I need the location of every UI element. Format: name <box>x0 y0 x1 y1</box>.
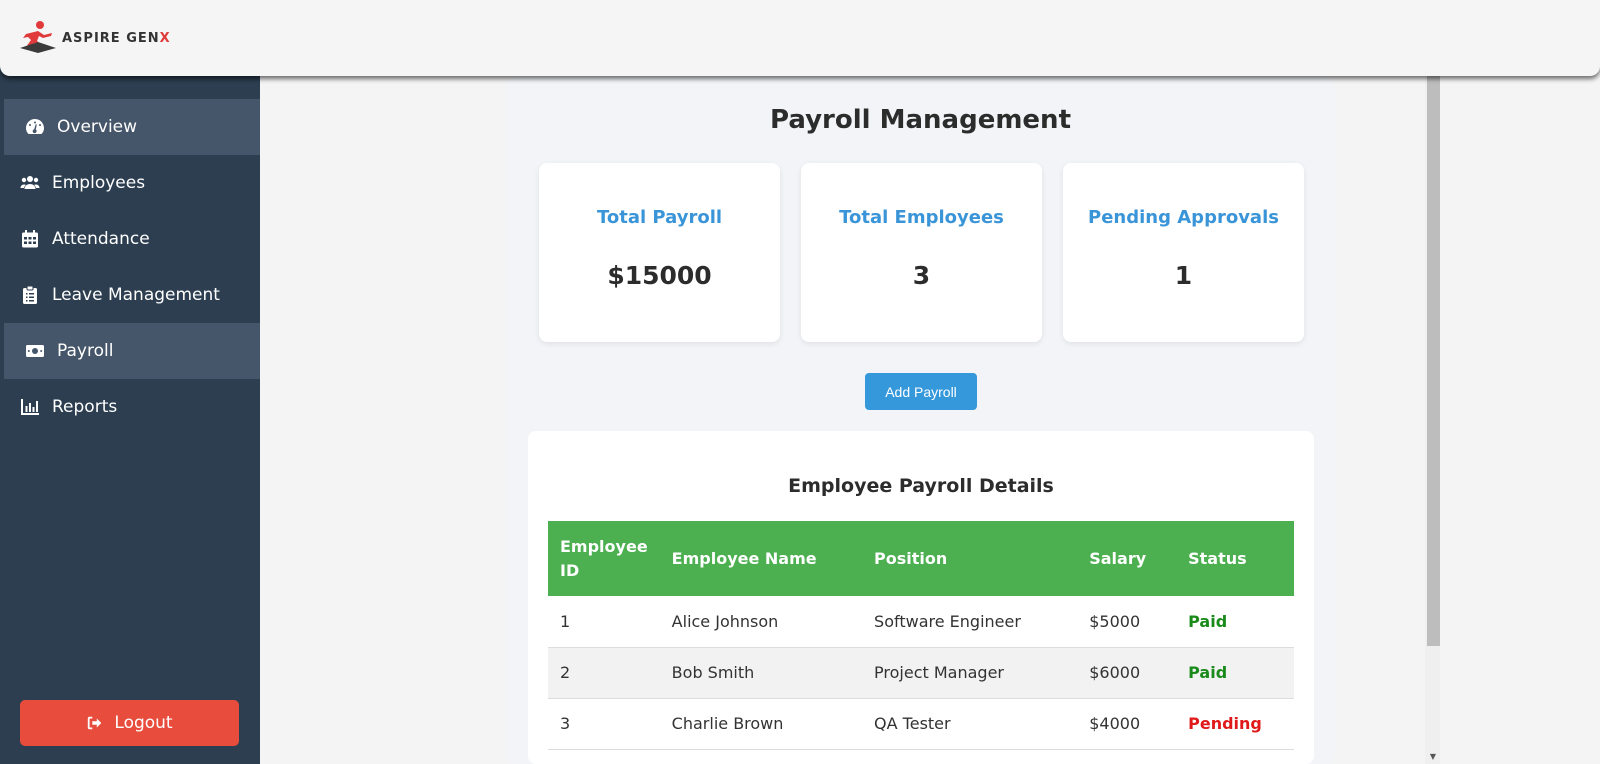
sidebar-item-reports[interactable]: Reports <box>0 379 260 435</box>
stat-card-value: 1 <box>1174 261 1193 290</box>
page-title: Payroll Management <box>770 105 1071 135</box>
stat-card-title: Total Payroll <box>596 207 723 228</box>
logout-button[interactable]: Logout <box>20 700 239 746</box>
table-title: Employee Payroll Details <box>788 475 1054 497</box>
status-badge: Paid <box>1176 596 1294 648</box>
add-payroll-button[interactable]: Add Payroll <box>865 373 977 410</box>
cell-employee-id: 1 <box>548 596 660 648</box>
stat-card-total-payroll: Total Payroll $15000 <box>539 163 780 342</box>
cell-salary: $5000 <box>1077 596 1177 648</box>
table-header-row: Employee ID Employee Name Position Salar… <box>548 521 1294 596</box>
scrollbar-thumb[interactable] <box>1427 76 1440 646</box>
sidebar-item-label: Payroll <box>57 341 114 361</box>
sidebar-nav: Overview Employees Attendance Leave Mana… <box>0 99 260 435</box>
sidebar-item-payroll[interactable]: Payroll <box>4 323 260 379</box>
scroll-down-arrow-icon[interactable]: ▼ <box>1428 752 1438 762</box>
sidebar-item-label: Reports <box>52 397 118 417</box>
cell-position: Software Engineer <box>862 596 1078 648</box>
brand-logo[interactable]: ASPIRE GENX <box>18 20 171 56</box>
column-header-status[interactable]: Status <box>1176 521 1294 596</box>
sidebar-item-attendance[interactable]: Attendance <box>0 211 260 267</box>
brand-name: ASPIRE GENX <box>62 30 171 46</box>
column-header-employee-name[interactable]: Employee Name <box>659 521 863 596</box>
table-row[interactable]: 2 Bob Smith Project Manager $6000 Paid <box>548 647 1294 699</box>
status-badge: Paid <box>1176 647 1294 699</box>
cell-employee-name: Bob Smith <box>659 647 863 699</box>
stat-card-title: Pending Approvals <box>1088 207 1279 228</box>
dashboard-icon <box>26 119 44 134</box>
cell-position: QA Tester <box>862 698 1078 750</box>
users-icon <box>20 176 40 189</box>
sidebar: Overview Employees Attendance Leave Mana… <box>0 0 260 764</box>
money-icon <box>26 345 44 357</box>
column-header-salary[interactable]: Salary <box>1077 521 1177 596</box>
cell-employee-name: Alice Johnson <box>659 596 863 648</box>
calendar-icon <box>22 230 38 248</box>
top-header: ASPIRE GENX <box>0 0 1600 76</box>
chart-icon <box>21 399 39 415</box>
sidebar-item-label: Leave Management <box>52 285 220 305</box>
cell-employee-id: 3 <box>548 698 660 750</box>
table-row[interactable]: 3 Charlie Brown QA Tester $4000 Pending <box>548 698 1294 750</box>
cell-salary: $4000 <box>1077 698 1177 750</box>
sidebar-item-label: Overview <box>57 117 138 137</box>
sidebar-item-label: Attendance <box>52 229 150 249</box>
sidebar-item-label: Employees <box>52 173 146 193</box>
sidebar-item-overview[interactable]: Overview <box>4 99 260 155</box>
sidebar-item-employees[interactable]: Employees <box>0 155 260 211</box>
status-badge: Pending <box>1176 698 1294 750</box>
stat-card-value: 3 <box>912 261 931 290</box>
sign-out-icon <box>88 716 102 730</box>
sidebar-item-leave-management[interactable]: Leave Management <box>0 267 260 323</box>
column-header-position[interactable]: Position <box>862 521 1078 596</box>
cell-salary: $6000 <box>1077 647 1177 699</box>
clipboard-icon <box>23 285 37 304</box>
stat-card-pending-approvals: Pending Approvals 1 <box>1063 163 1304 342</box>
payroll-table: Employee ID Employee Name Position Salar… <box>548 521 1294 750</box>
stat-card-total-employees: Total Employees 3 <box>801 163 1042 342</box>
cell-employee-name: Charlie Brown <box>659 698 863 750</box>
stat-card-value: $15000 <box>607 261 712 290</box>
cell-position: Project Manager <box>862 647 1078 699</box>
column-header-employee-id[interactable]: Employee ID <box>548 521 660 596</box>
table-row[interactable]: 1 Alice Johnson Software Engineer $5000 … <box>548 596 1294 648</box>
payroll-table-card: Employee Payroll Details Employee ID Emp… <box>528 431 1314 764</box>
stat-card-title: Total Employees <box>839 207 1004 228</box>
logout-label: Logout <box>114 713 173 733</box>
cell-employee-id: 2 <box>548 647 660 699</box>
logo-runner-icon <box>20 21 56 53</box>
